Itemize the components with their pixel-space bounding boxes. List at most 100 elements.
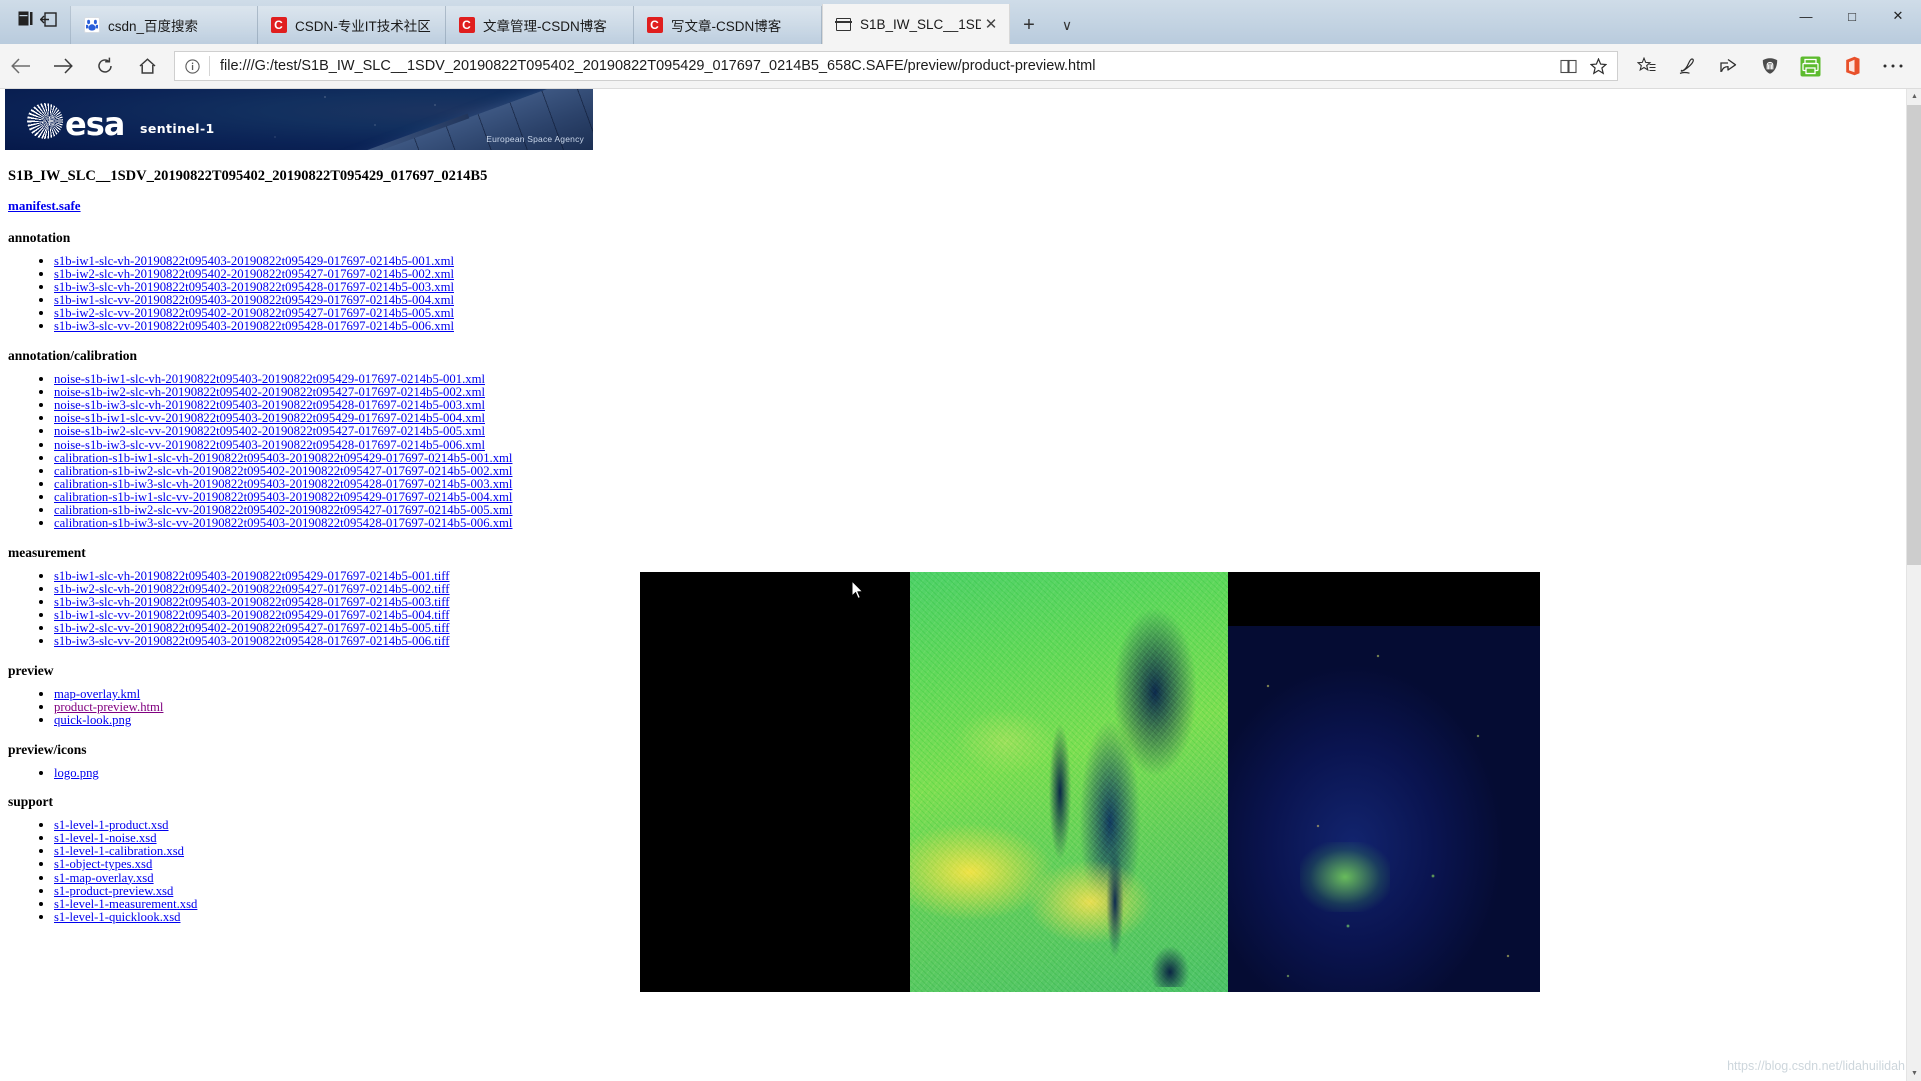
esa-sentinel-banner: esa sentinel-1 European Space Agency — [5, 89, 593, 150]
list-item: s1b-iw2-slc-vh-20190822t095402-20190822t… — [54, 268, 632, 281]
close-tab-icon[interactable]: ✕ — [981, 15, 1001, 33]
list-item: s1-level-1-quicklook.xsd — [54, 910, 632, 924]
file-link[interactable]: s1b-iw1-slc-vv-20190822t095403-20190822t… — [54, 608, 450, 622]
file-link[interactable]: logo.png — [54, 766, 99, 780]
file-link[interactable]: s1-level-1-measurement.xsd — [54, 897, 197, 911]
file-link[interactable]: calibration-s1b-iw1-slc-vv-20190822t0954… — [54, 490, 512, 504]
browser-tab-1[interactable]: C CSDN-专业IT技术社区 — [258, 6, 446, 44]
list-item: noise-s1b-iw3-slc-vh-20190822t095403-201… — [54, 399, 632, 412]
scrollbar-thumb[interactable] — [1907, 105, 1921, 565]
file-link[interactable]: s1-level-1-quicklook.xsd — [54, 910, 181, 924]
titlebar-left-icons — [0, 0, 70, 44]
file-link[interactable]: s1-map-overlay.xsd — [54, 871, 154, 885]
list-item: s1-level-1-calibration.xsd — [54, 845, 632, 858]
file-link[interactable]: quick-look.png — [54, 713, 131, 727]
file-link[interactable]: s1-object-types.xsd — [54, 857, 152, 871]
browser-tab-0[interactable]: csdn_百度搜索 — [70, 6, 258, 44]
file-link[interactable]: s1b-iw3-slc-vh-20190822t095403-20190822t… — [54, 280, 454, 294]
refresh-icon[interactable] — [84, 46, 126, 86]
quicklook-black-margin-left — [640, 572, 910, 992]
file-link[interactable]: noise-s1b-iw2-slc-vh-20190822t095402-201… — [54, 385, 485, 399]
csdn-icon: C — [270, 17, 287, 34]
list-item: s1b-iw3-slc-vh-20190822t095403-20190822t… — [54, 596, 632, 609]
share-icon[interactable] — [1708, 46, 1749, 86]
settings-ellipsis-icon[interactable] — [1872, 46, 1913, 86]
file-link[interactable]: s1b-iw2-slc-vh-20190822t095402-20190822t… — [54, 267, 454, 281]
file-link[interactable]: s1b-iw3-slc-vv-20190822t095403-20190822t… — [54, 634, 450, 648]
quicklook-image — [640, 572, 1540, 992]
file-link[interactable]: s1-level-1-noise.xsd — [54, 831, 157, 845]
list-item: s1-object-types.xsd — [54, 858, 632, 871]
file-link[interactable]: noise-s1b-iw3-slc-vh-20190822t095403-201… — [54, 398, 485, 412]
file-link[interactable]: noise-s1b-iw1-slc-vv-20190822t095403-201… — [54, 411, 485, 425]
list-item: noise-s1b-iw1-slc-vh-20190822t095403-201… — [54, 373, 632, 386]
browser-tab-2[interactable]: C 文章管理-CSDN博客 — [446, 6, 634, 44]
minimize-button[interactable]: — — [1783, 0, 1829, 32]
file-link[interactable]: s1b-iw3-slc-vh-20190822t095403-20190822t… — [54, 595, 450, 609]
list-item: calibration-s1b-iw2-slc-vv-20190822t0954… — [54, 504, 632, 517]
file-link[interactable]: s1-level-1-calibration.xsd — [54, 844, 184, 858]
esa-swirl-icon — [27, 103, 63, 139]
address-bar[interactable]: file:///G:/test/S1B_IW_SLC__1SDV_2019082… — [174, 51, 1618, 81]
file-link[interactable]: s1b-iw1-slc-vv-20190822t095403-20190822t… — [54, 293, 454, 307]
file-link[interactable]: map-overlay.kml — [54, 687, 140, 701]
close-window-button[interactable]: ✕ — [1875, 0, 1921, 32]
file-link[interactable]: noise-s1b-iw3-slc-vv-20190822t095403-201… — [54, 438, 485, 452]
favorites-hub-icon[interactable] — [1626, 46, 1667, 86]
file-link[interactable]: s1b-iw2-slc-vv-20190822t095402-20190822t… — [54, 306, 454, 320]
back-arrow-icon[interactable] — [0, 46, 42, 86]
tab-title: csdn_百度搜索 — [108, 19, 199, 34]
web-notes-pen-icon[interactable] — [1667, 46, 1708, 86]
sar-bright-scatterers — [1228, 626, 1540, 992]
tab-menu-chevron-down-icon[interactable]: ∨ — [1048, 6, 1086, 44]
maximize-button[interactable]: □ — [1829, 0, 1875, 32]
list-item: s1b-iw3-slc-vv-20190822t095403-20190822t… — [54, 320, 632, 333]
file-link[interactable]: calibration-s1b-iw3-slc-vv-20190822t0954… — [54, 516, 512, 530]
list-item: map-overlay.kml — [54, 687, 632, 701]
print-icon[interactable] — [1790, 46, 1831, 86]
scroll-down-arrow-icon[interactable]: ▼ — [1907, 1066, 1921, 1081]
file-link[interactable]: calibration-s1b-iw2-slc-vh-20190822t0954… — [54, 464, 512, 478]
office-icon[interactable] — [1831, 46, 1872, 86]
file-link-visited[interactable]: product-preview.html — [54, 700, 163, 714]
page-scrollbar[interactable]: ▲ ▼ — [1906, 89, 1921, 1081]
new-tab-button[interactable]: + — [1010, 6, 1048, 44]
browser-tab-3[interactable]: C 写文章-CSDN博客 — [634, 6, 822, 44]
file-link[interactable]: s1b-iw2-slc-vh-20190822t095402-20190822t… — [54, 582, 450, 596]
tab-preview-icon[interactable] — [15, 8, 37, 30]
set-aside-tabs-icon[interactable] — [38, 8, 60, 30]
file-link[interactable]: calibration-s1b-iw3-slc-vh-20190822t0954… — [54, 477, 512, 491]
forward-arrow-icon[interactable] — [42, 46, 84, 86]
quicklook-black-margin-top-right — [1228, 572, 1540, 626]
file-link[interactable]: s1-product-preview.xsd — [54, 884, 173, 898]
list-item: noise-s1b-iw3-slc-vv-20190822t095403-201… — [54, 438, 632, 452]
list-item: noise-s1b-iw1-slc-vv-20190822t095403-201… — [54, 412, 632, 425]
file-link[interactable]: s1b-iw2-slc-vv-20190822t095402-20190822t… — [54, 621, 450, 635]
browser-tab-4-active[interactable]: S1B_IW_SLC__1SDV_201 ✕ — [822, 4, 1010, 44]
title-bar: csdn_百度搜索 C CSDN-专业IT技术社区 C 文章管理-CSDN博客 … — [0, 0, 1921, 44]
file-link[interactable]: noise-s1b-iw2-slc-vv-20190822t095402-201… — [54, 424, 485, 438]
manifest-link-line: manifest.safe — [8, 197, 632, 215]
address-bar-input[interactable]: file:///G:/test/S1B_IW_SLC__1SDV_2019082… — [210, 58, 1553, 74]
file-link[interactable]: s1b-iw1-slc-vh-20190822t095403-20190822t… — [54, 569, 450, 583]
reading-view-icon[interactable] — [1553, 59, 1583, 74]
quicklook-panel-left — [640, 572, 1228, 992]
section-heading-preview-icons: preview/icons — [8, 741, 87, 757]
site-info-icon[interactable] — [175, 58, 209, 74]
file-link[interactable]: s1b-iw1-slc-vh-20190822t095403-20190822t… — [54, 254, 454, 268]
file-link[interactable]: calibration-s1b-iw2-slc-vv-20190822t0954… — [54, 503, 512, 517]
scroll-up-arrow-icon[interactable]: ▲ — [1907, 89, 1921, 104]
file-link[interactable]: noise-s1b-iw1-slc-vh-20190822t095403-201… — [54, 372, 485, 386]
file-link[interactable]: calibration-s1b-iw1-slc-vh-20190822t0954… — [54, 451, 512, 465]
tracking-prevention-icon[interactable] — [1749, 46, 1790, 86]
file-list-preview: map-overlay.kml product-preview.html qui… — [8, 687, 632, 727]
file-link[interactable]: s1-level-1-product.xsd — [54, 818, 169, 832]
file-link[interactable]: s1b-iw3-slc-vv-20190822t095403-20190822t… — [54, 319, 454, 333]
toolbar-right-icons — [1626, 46, 1921, 86]
sar-swath-main — [910, 572, 1228, 992]
home-icon[interactable] — [126, 46, 168, 86]
esa-logo: esa — [27, 103, 125, 140]
add-favorite-star-icon[interactable] — [1583, 57, 1613, 75]
list-item: s1b-iw1-slc-vv-20190822t095403-20190822t… — [54, 294, 632, 307]
link-manifest-safe[interactable]: manifest.safe — [8, 198, 81, 213]
